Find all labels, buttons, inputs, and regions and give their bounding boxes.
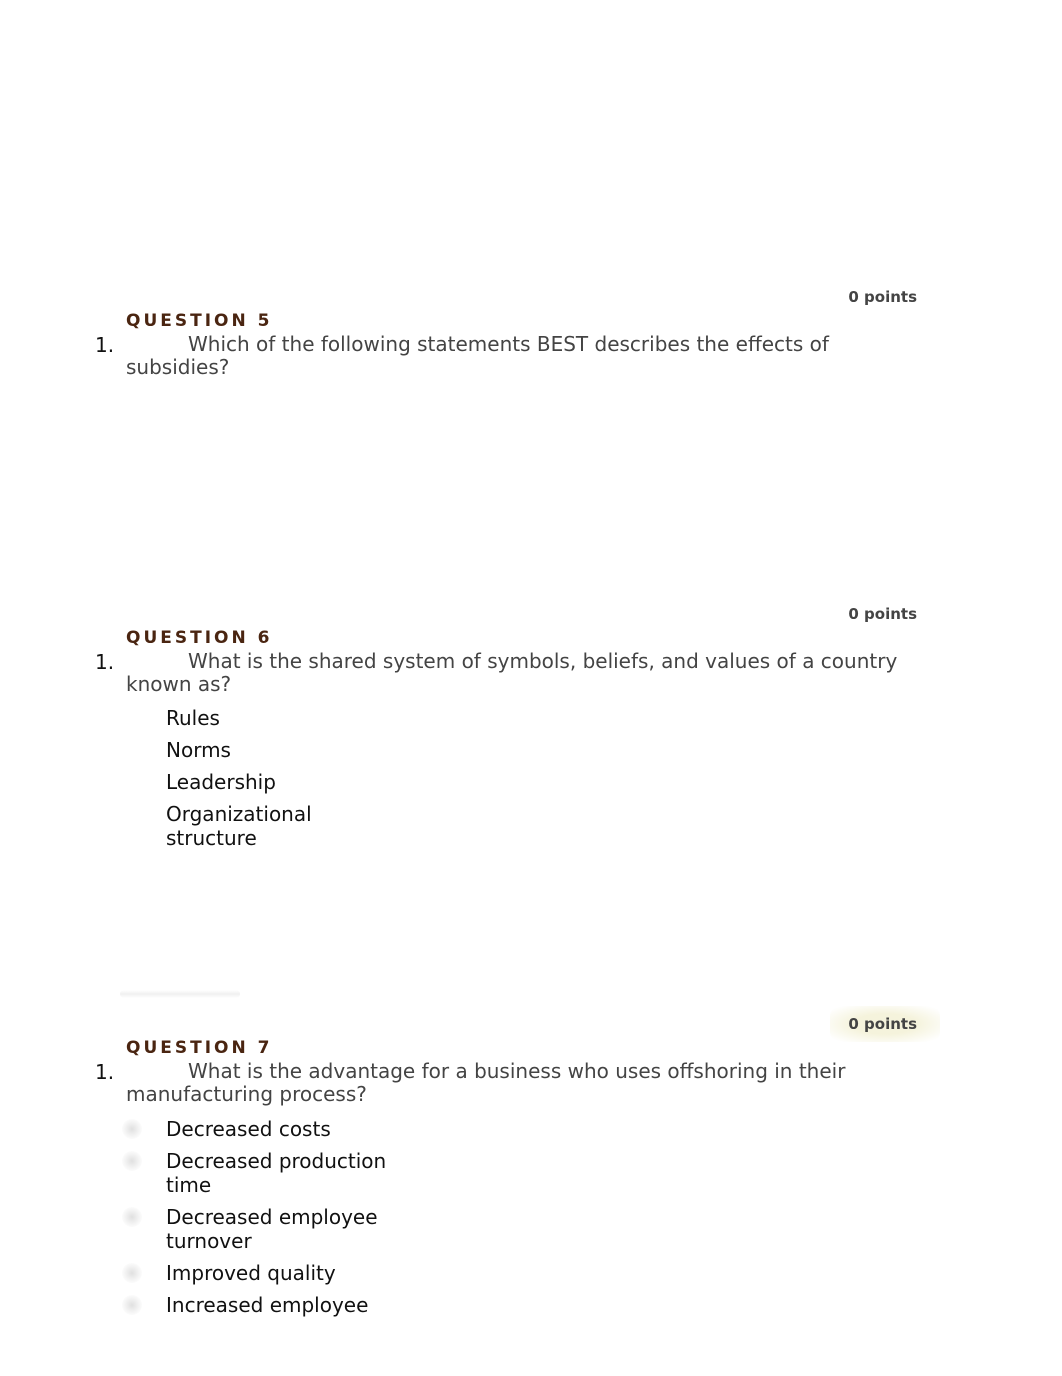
option-label: Increased employee bbox=[166, 1293, 369, 1317]
question-number: 1. bbox=[95, 650, 115, 674]
radio-button[interactable] bbox=[122, 1207, 142, 1227]
answer-option[interactable]: Decreased production time bbox=[122, 1149, 406, 1197]
points-label: 0 points bbox=[848, 1015, 917, 1033]
divider bbox=[120, 990, 240, 998]
question-text: What is the advantage for a business who… bbox=[126, 1059, 846, 1106]
answer-option[interactable]: Norms bbox=[166, 738, 406, 762]
option-label: Decreased production time bbox=[166, 1149, 387, 1197]
question-heading: QUESTION 6 bbox=[126, 628, 273, 648]
answer-options: Decreased costs Decreased production tim… bbox=[122, 1117, 406, 1325]
question-text: What is the shared system of symbols, be… bbox=[126, 649, 898, 696]
answer-option[interactable]: Rules bbox=[166, 706, 406, 730]
option-label: Norms bbox=[166, 738, 231, 762]
option-label: Organizational structure bbox=[166, 802, 312, 850]
question-heading: QUESTION 7 bbox=[126, 1038, 273, 1058]
radio-button[interactable] bbox=[122, 1263, 142, 1283]
answer-option[interactable]: Decreased employee turnover bbox=[122, 1205, 406, 1253]
option-label: Improved quality bbox=[166, 1261, 336, 1285]
radio-button[interactable] bbox=[122, 1119, 142, 1139]
answer-options: Rules Norms Leadership Organizational st… bbox=[166, 706, 406, 858]
answer-option[interactable]: Leadership bbox=[166, 770, 406, 794]
answer-option[interactable]: Organizational structure bbox=[166, 802, 326, 850]
radio-button[interactable] bbox=[122, 1151, 142, 1171]
points-label: 0 points bbox=[848, 288, 917, 306]
radio-button[interactable] bbox=[122, 1295, 142, 1315]
question-number: 1. bbox=[95, 1060, 115, 1084]
answer-option[interactable]: Improved quality bbox=[122, 1261, 406, 1285]
option-label: Leadership bbox=[166, 770, 276, 794]
question-number: 1. bbox=[95, 333, 115, 357]
option-label: Decreased costs bbox=[166, 1117, 331, 1141]
option-label: Decreased employee turnover bbox=[166, 1205, 378, 1253]
answer-option[interactable]: Decreased costs bbox=[122, 1117, 406, 1141]
question-heading: QUESTION 5 bbox=[126, 311, 273, 331]
answer-option[interactable]: Increased employee bbox=[122, 1293, 406, 1317]
question-text: Which of the following statements BEST d… bbox=[126, 332, 829, 379]
option-label: Rules bbox=[166, 706, 220, 730]
points-label: 0 points bbox=[848, 605, 917, 623]
